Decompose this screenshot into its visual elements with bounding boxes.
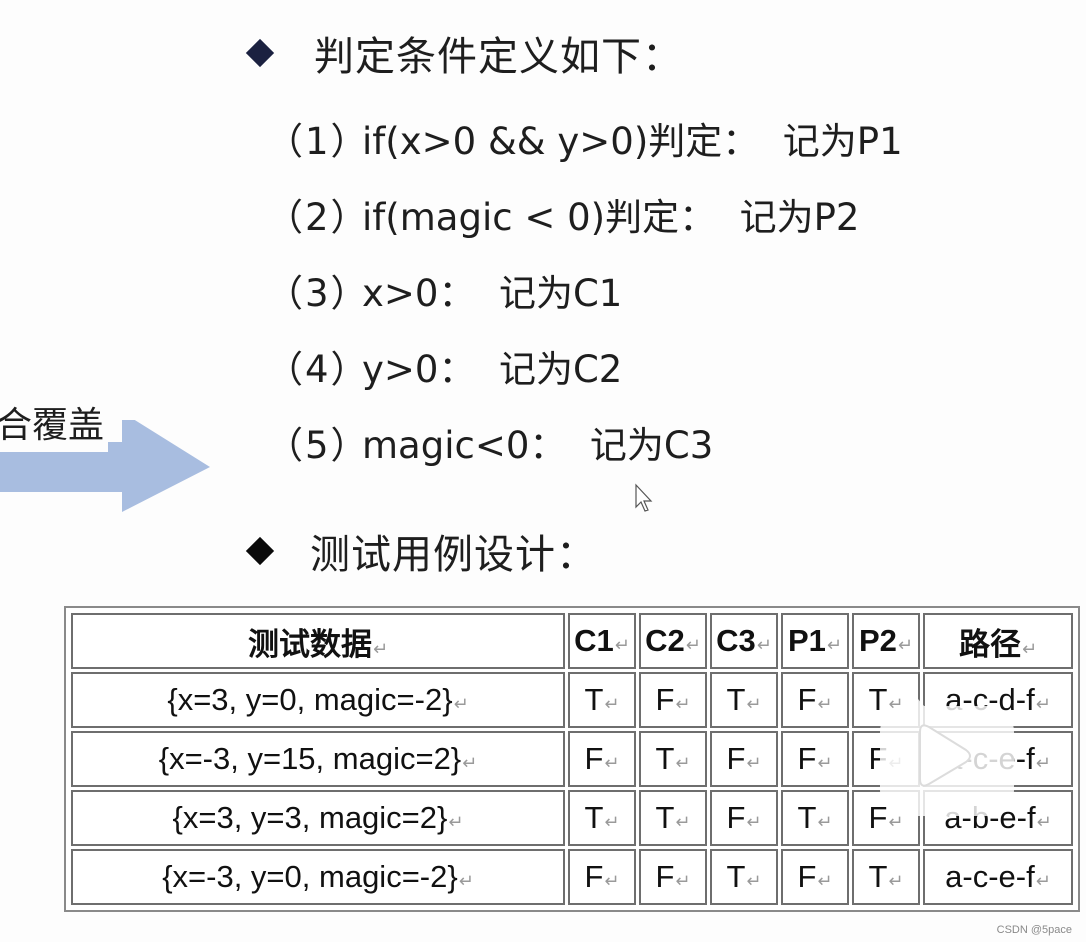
cell-c2: T↵ — [639, 790, 707, 846]
header-test-data: 测试数据↵ — [71, 613, 565, 669]
cell-p1: F↵ — [781, 849, 849, 905]
cell-c2: T↵ — [639, 731, 707, 787]
test-design-heading-text: 测试用例设计： — [310, 532, 597, 578]
video-play-overlay-button[interactable] — [866, 676, 1014, 822]
condition-text: if(x>0 && y>0)判定： 记为P1 — [362, 120, 903, 163]
cell-path: a-c-e-f↵ — [923, 849, 1073, 905]
slide-page: 判定条件定义如下： （1） if(x>0 && y>0)判定： 记为P1 （2）… — [0, 0, 1086, 942]
condition-text: magic<0： 记为C3 — [362, 424, 714, 467]
cell-c2: F↵ — [639, 849, 707, 905]
condition-item: （5） magic<0： 记为C3 — [266, 404, 903, 480]
cell-test-data: {x=3, y=3, magic=2}↵ — [71, 790, 565, 846]
coverage-label: 合覆盖 — [0, 400, 109, 452]
cell-test-data: {x=-3, y=15, magic=2}↵ — [71, 731, 565, 787]
csdn-watermark: CSDN @5pace — [996, 924, 1072, 936]
header-c3: C3↵ — [710, 613, 778, 669]
cell-c3: F↵ — [710, 790, 778, 846]
cell-c1: T↵ — [568, 672, 636, 728]
diamond-bullet-icon — [245, 38, 275, 68]
condition-number: （5） — [266, 424, 370, 467]
cell-p1: T↵ — [781, 790, 849, 846]
condition-item: （4） y>0： 记为C2 — [266, 328, 903, 404]
video-play-icon[interactable] — [880, 677, 1014, 816]
condition-number: （3） — [266, 272, 370, 315]
diamond-bullet-icon — [245, 536, 275, 566]
cell-p1: F↵ — [781, 731, 849, 787]
condition-text: y>0： 记为C2 — [362, 348, 623, 391]
condition-number: （1） — [266, 120, 370, 163]
conditions-heading: 判定条件定义如下： — [245, 24, 683, 82]
header-p1: P1↵ — [781, 613, 849, 669]
cell-c1: T↵ — [568, 790, 636, 846]
condition-item: （2） if(magic < 0)判定： 记为P2 — [266, 176, 903, 252]
cell-c3: F↵ — [710, 731, 778, 787]
cell-p2: T↵ — [852, 849, 920, 905]
condition-text: x>0： 记为C1 — [362, 272, 623, 315]
cell-c1: F↵ — [568, 731, 636, 787]
cell-p1: F↵ — [781, 672, 849, 728]
condition-item: （1） if(x>0 && y>0)判定： 记为P1 — [266, 100, 903, 176]
condition-number: （4） — [266, 348, 370, 391]
cell-c2: F↵ — [639, 672, 707, 728]
header-path: 路径↵ — [923, 613, 1073, 669]
header-c1: C1↵ — [568, 613, 636, 669]
test-design-heading: 测试用例设计： — [245, 522, 597, 580]
condition-number: （2） — [266, 196, 370, 239]
header-c2: C2↵ — [639, 613, 707, 669]
cell-c1: F↵ — [568, 849, 636, 905]
conditions-list: （1） if(x>0 && y>0)判定： 记为P1 （2） if(magic … — [266, 100, 903, 480]
cell-c3: T↵ — [710, 849, 778, 905]
condition-item: （3） x>0： 记为C1 — [266, 252, 903, 328]
header-p2: P2↵ — [852, 613, 920, 669]
cell-test-data: {x=-3, y=0, magic=-2}↵ — [71, 849, 565, 905]
mouse-cursor-icon — [635, 483, 653, 512]
cell-c3: T↵ — [710, 672, 778, 728]
condition-text: if(magic < 0)判定： 记为P2 — [362, 196, 860, 239]
conditions-heading-text: 判定条件定义如下： — [314, 34, 683, 80]
table-row: {x=-3, y=0, magic=-2}↵ F↵ F↵ T↵ F↵ T↵ a-… — [71, 849, 1073, 905]
table-header-row: 测试数据↵ C1↵ C2↵ C3↵ P1↵ P2↵ 路径↵ — [71, 613, 1073, 669]
cell-test-data: {x=3, y=0, magic=-2}↵ — [71, 672, 565, 728]
